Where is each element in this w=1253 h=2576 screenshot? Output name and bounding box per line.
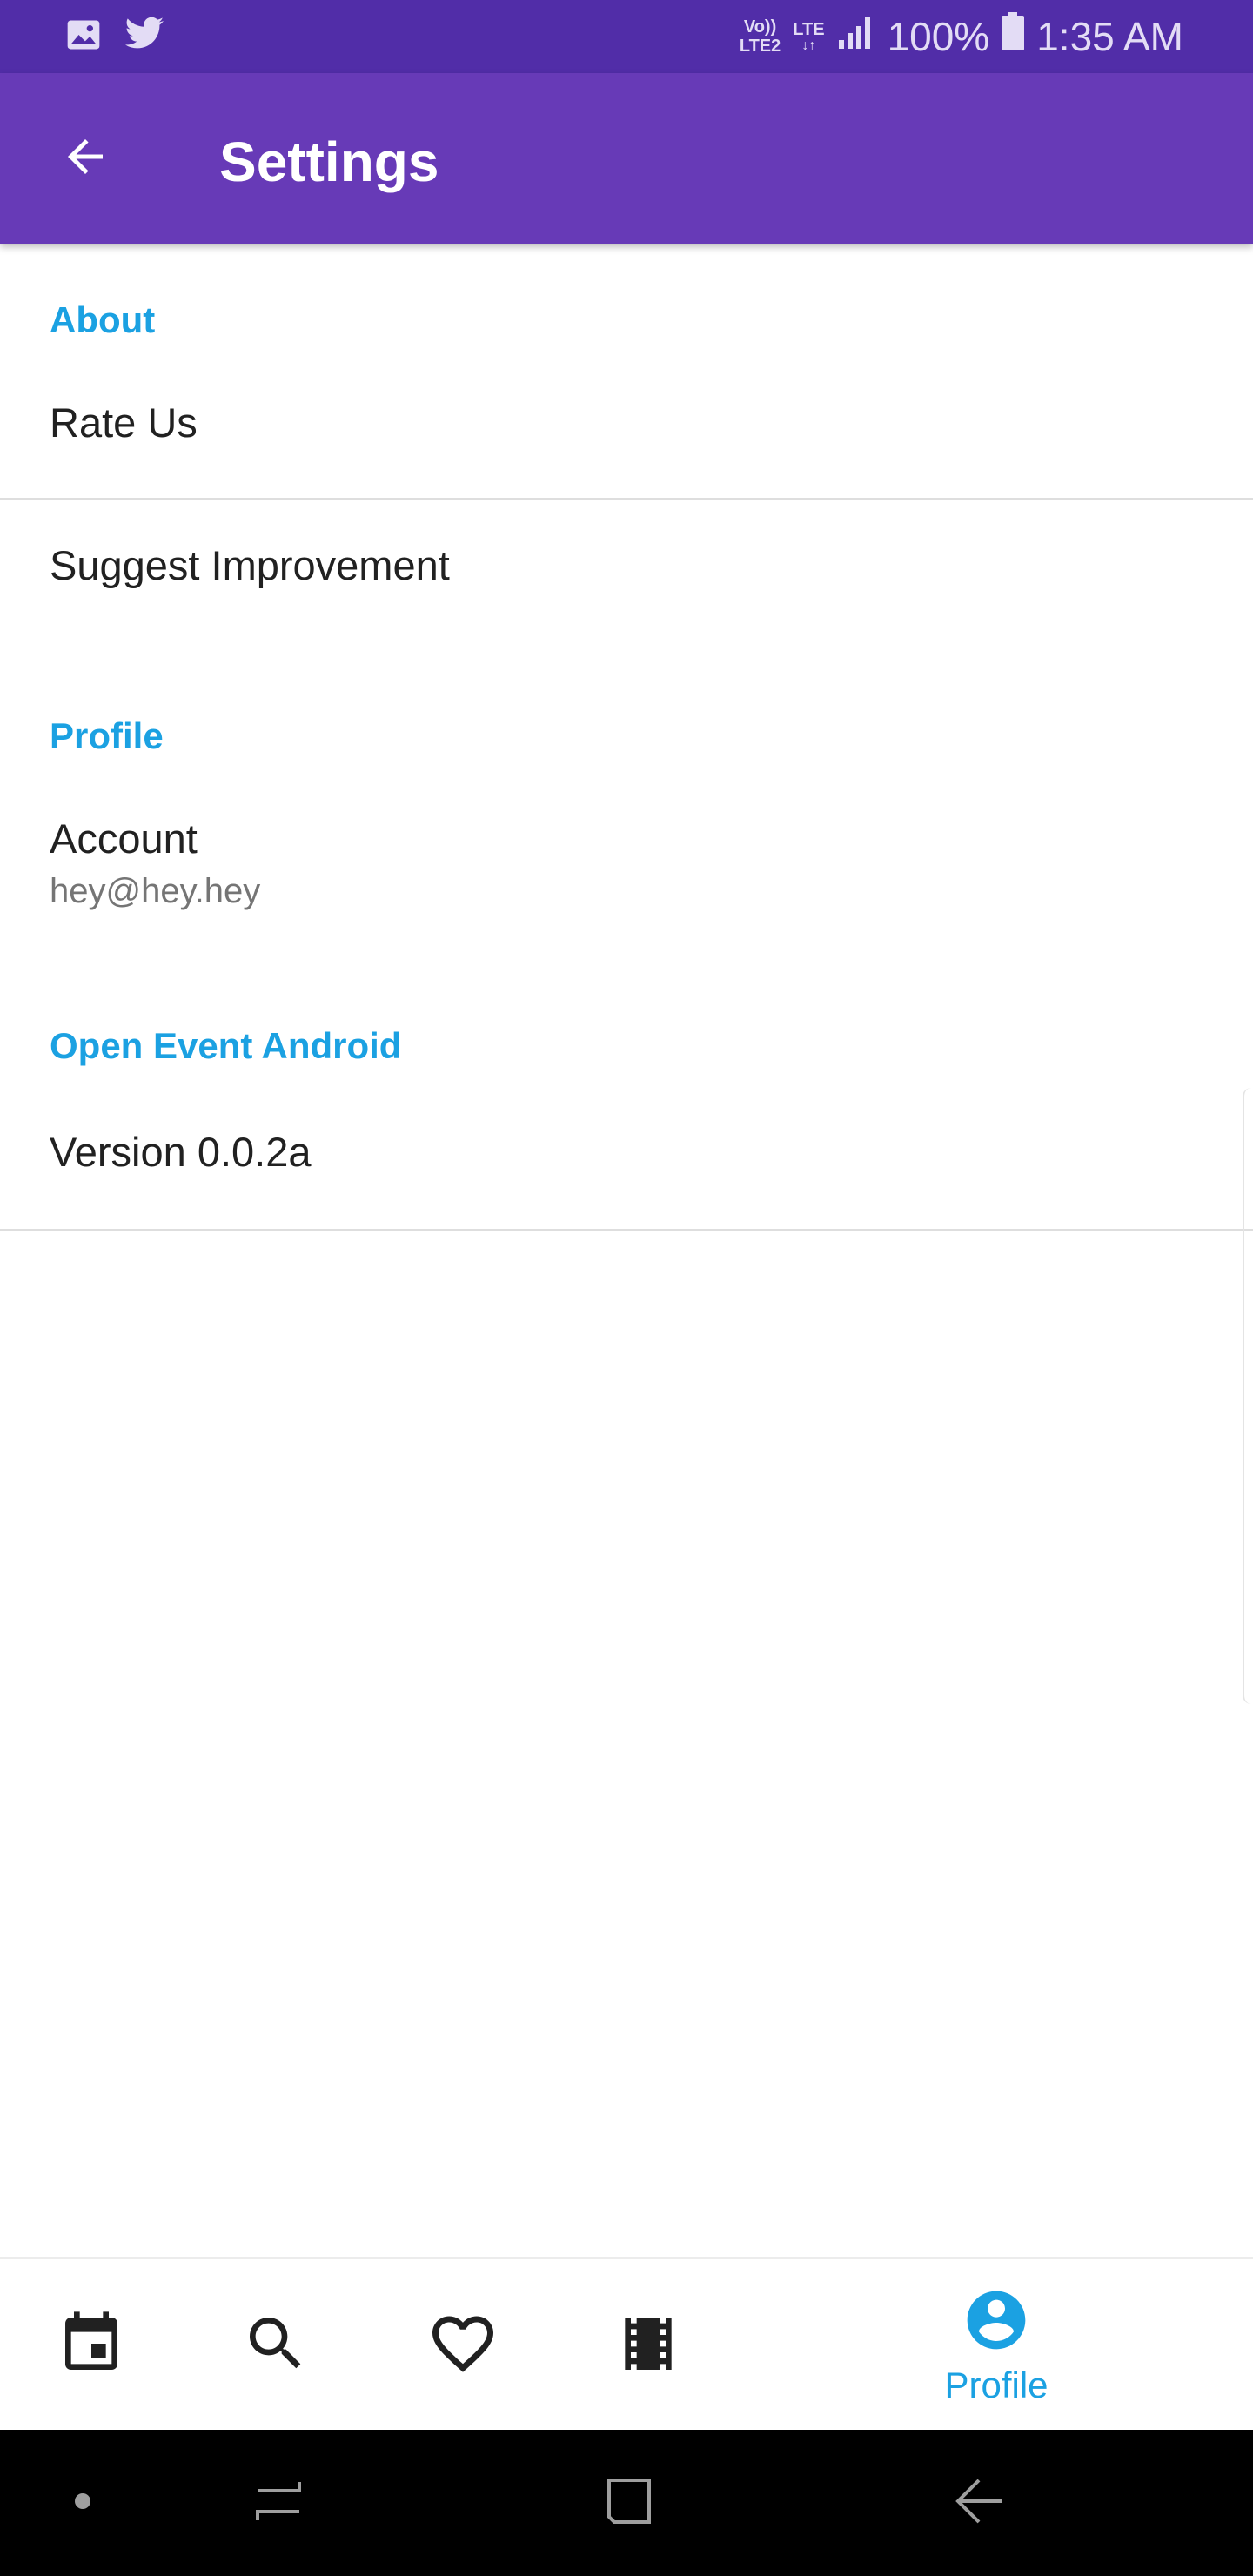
scroll-edge xyxy=(1243,1088,1253,1704)
arrow-back-icon xyxy=(59,131,111,187)
pref-account[interactable]: Account hey@hey.hey xyxy=(0,783,1253,940)
battery-percent: 100% xyxy=(887,14,990,59)
account-circle-icon xyxy=(962,2285,1031,2359)
recents-icon xyxy=(252,2475,305,2532)
home-square-icon xyxy=(602,2475,654,2532)
system-navigation-bar xyxy=(0,2430,1253,2576)
nav-profile[interactable]: Profile xyxy=(918,2259,1075,2432)
notification-icons xyxy=(64,16,165,58)
clock: 1:35 AM xyxy=(1036,14,1183,59)
pref-rate-us[interactable]: Rate Us xyxy=(0,374,1253,479)
battery-icon xyxy=(1002,9,1025,64)
lte-indicator: LTE ↓↑ xyxy=(793,20,825,53)
image-icon xyxy=(64,16,103,58)
pref-rate-us-title: Rate Us xyxy=(50,399,198,446)
app-bar: Settings xyxy=(0,73,1253,244)
system-back-button[interactable] xyxy=(935,2430,1022,2576)
pref-account-title: Account xyxy=(50,815,198,862)
divider xyxy=(0,498,1253,500)
category-profile: Profile xyxy=(50,715,164,756)
calendar-icon xyxy=(57,2309,126,2383)
pref-suggest-improvement[interactable]: Suggest Improvement xyxy=(0,505,1253,644)
back-icon xyxy=(953,2475,1005,2532)
category-open-event-android: Open Event Android xyxy=(50,1025,402,1066)
pref-version[interactable]: Version 0.0.2a xyxy=(0,1097,1253,1218)
pref-version-title: Version 0.0.2a xyxy=(50,1129,312,1175)
volte-top-text: Vo)) xyxy=(743,17,777,37)
category-about: About xyxy=(50,299,156,340)
home-button[interactable] xyxy=(585,2430,672,2576)
nav-events[interactable] xyxy=(44,2259,139,2432)
divider xyxy=(0,1229,1253,1231)
search-icon xyxy=(241,2309,311,2383)
lte-text: LTE xyxy=(793,20,825,39)
film-icon xyxy=(613,2309,683,2383)
home-dot-icon xyxy=(74,2492,91,2514)
recents-button[interactable] xyxy=(235,2430,322,2576)
nav-media[interactable] xyxy=(600,2259,696,2432)
status-indicators: Vo)) LTE2 LTE ↓↑ 100% 1:35 AM xyxy=(740,9,1183,64)
heart-icon xyxy=(426,2307,499,2385)
volte-bottom-text: LTE2 xyxy=(739,37,781,56)
pref-suggest-improvement-title: Suggest Improvement xyxy=(50,542,450,588)
nav-favorites[interactable] xyxy=(415,2259,511,2432)
pref-account-summary: hey@hey.hey xyxy=(50,872,261,910)
back-button[interactable] xyxy=(47,120,124,197)
nav-search[interactable] xyxy=(228,2259,324,2432)
signal-icon xyxy=(837,9,875,64)
home-dot-button[interactable] xyxy=(52,2430,113,2576)
twitter-icon xyxy=(124,16,165,58)
page-title: Settings xyxy=(219,131,439,193)
bottom-navigation: Profile xyxy=(0,2257,1253,2432)
status-bar: Vo)) LTE2 LTE ↓↑ 100% 1:35 AM xyxy=(0,0,1253,73)
volte-indicator: Vo)) LTE2 xyxy=(740,17,781,56)
nav-profile-label: Profile xyxy=(944,2364,1049,2405)
